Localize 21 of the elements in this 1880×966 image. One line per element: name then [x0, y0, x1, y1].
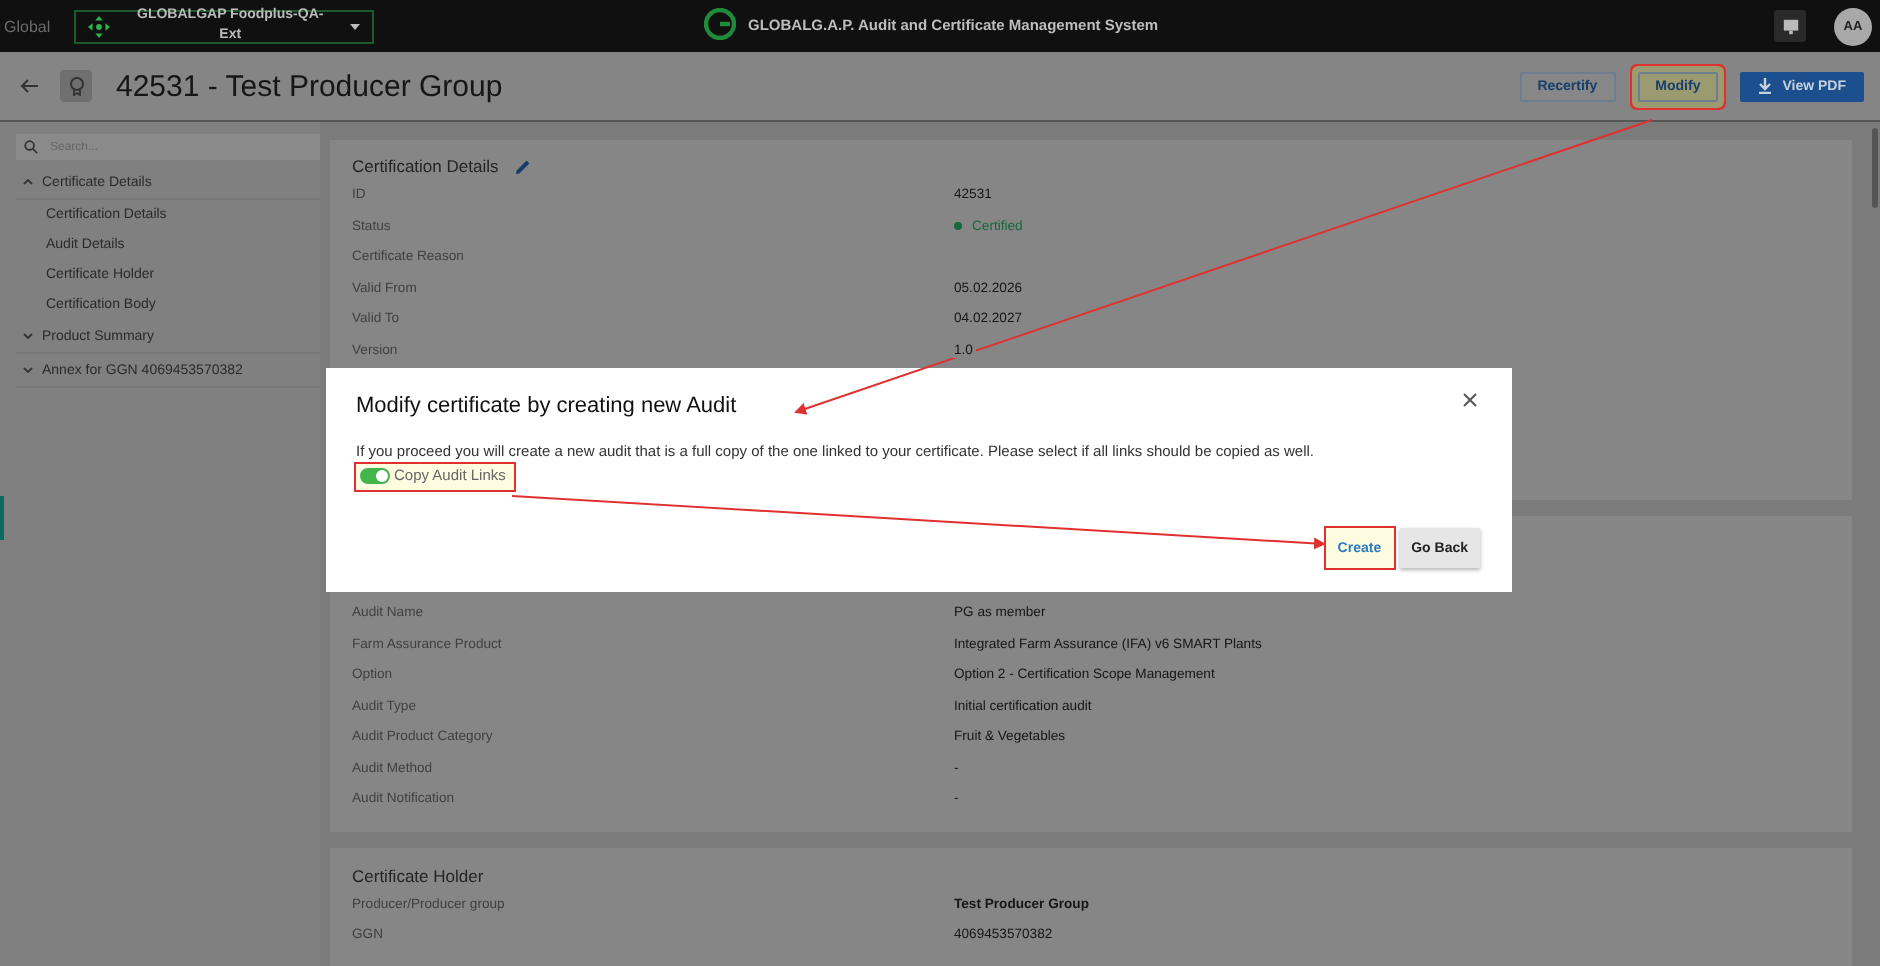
scope-label: Global	[4, 17, 51, 35]
search-icon	[24, 140, 38, 154]
monitor-icon[interactable]	[1774, 10, 1806, 42]
toggle-switch[interactable]	[360, 467, 390, 483]
move-arrows-icon	[88, 15, 111, 37]
logo-icon	[704, 8, 736, 40]
section-title: Certificate Holder	[352, 865, 484, 885]
page-title: 42531 - Test Producer Group	[116, 69, 503, 103]
chevron-down-icon	[22, 332, 34, 340]
award-icon	[60, 70, 92, 102]
scrollbar-thumb[interactable]	[1872, 128, 1878, 208]
edit-pencil-icon[interactable]	[514, 157, 533, 175]
download-icon	[1758, 78, 1773, 94]
side-marker	[0, 496, 4, 540]
back-arrow-icon[interactable]	[20, 78, 40, 94]
close-icon[interactable]	[1462, 392, 1482, 412]
chevron-up-icon	[22, 178, 34, 186]
dialog-title: Modify certificate by creating new Audit	[356, 392, 737, 418]
section-title: Certification Details	[352, 156, 499, 176]
caret-icon	[350, 23, 361, 29]
chevron-down-icon	[22, 366, 34, 374]
